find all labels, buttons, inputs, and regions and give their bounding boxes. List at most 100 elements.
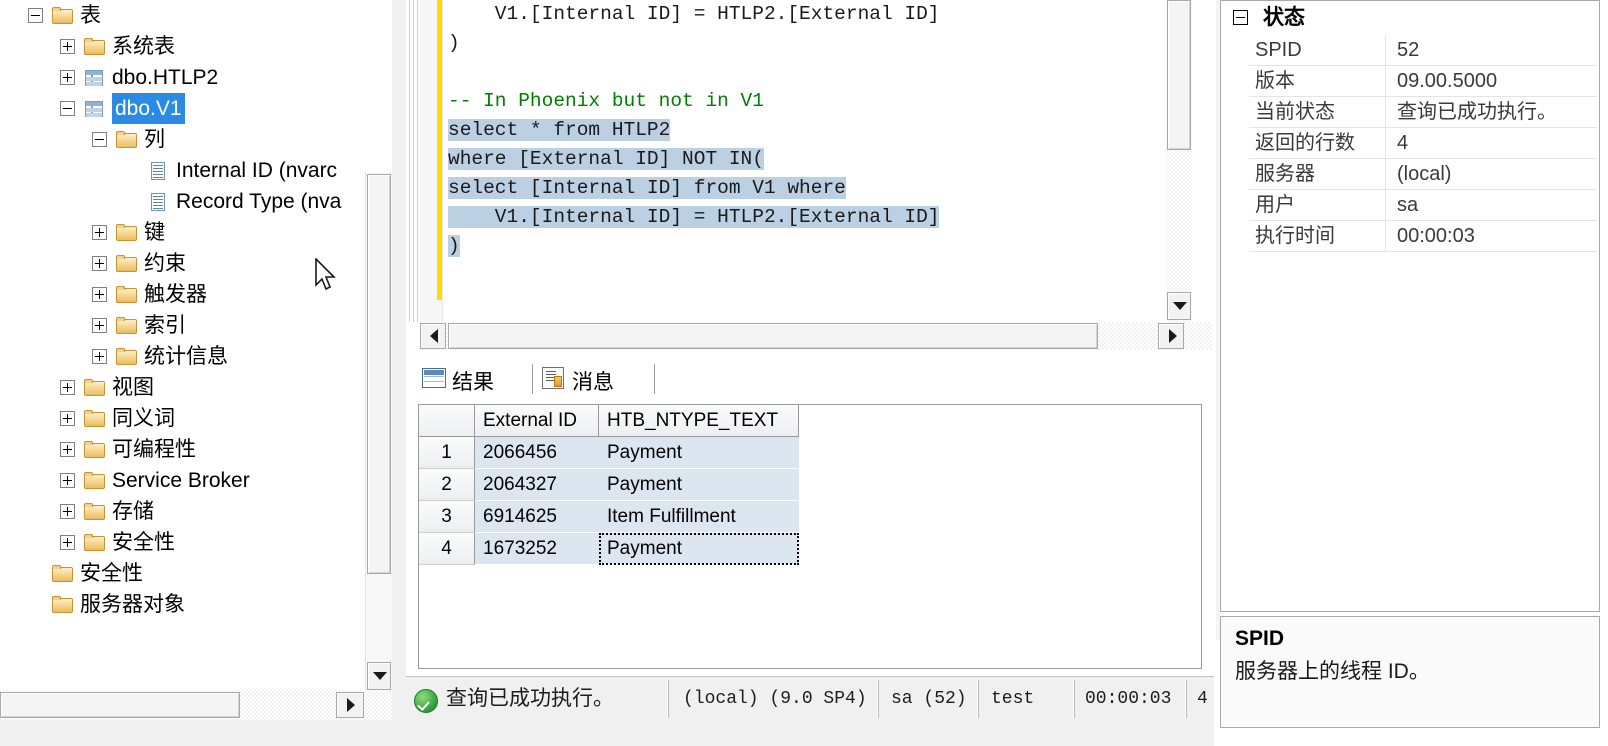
expand-plus-icon[interactable] [60,535,75,550]
editor-scroll-left-button[interactable] [420,323,446,349]
property-value[interactable]: 4 [1391,128,1597,159]
table-row[interactable]: 1 2066456 Payment [419,437,1201,469]
property-value[interactable]: 查询已成功执行。 [1391,97,1597,128]
expand-plus-icon[interactable] [60,411,75,426]
collapse-minus-icon[interactable] [60,101,75,116]
editor-horizontal-scrollbar[interactable] [420,322,1212,350]
results-grid[interactable]: External ID HTB_NTYPE_TEXT 1 2066456 Payment… [418,404,1202,669]
property-value[interactable]: 09.00.5000 [1391,66,1597,97]
property-value[interactable]: 52 [1391,35,1597,66]
properties-grid[interactable]: 状态 SPID 52 版本 09.00.5000 当前状态 查询已成功执行。 返回的行数 4 服… [1220,0,1600,612]
property-column-divider[interactable] [1385,66,1386,97]
property-column-divider[interactable] [1385,190,1386,221]
explorer-hscroll-thumb[interactable] [0,692,240,718]
expand-plus-icon[interactable] [60,442,75,457]
property-column-divider[interactable] [1385,221,1386,252]
expand-plus-icon[interactable] [92,349,107,364]
object-explorer-tree[interactable]: 表系统表 dbo.HTLP2 dbo.V1 列 Internal ID (nvarc Re… [0,0,372,620]
property-row-5[interactable]: 用户 sa [1221,190,1599,221]
tree-node-0[interactable]: 表 [0,0,372,31]
table-row[interactable]: 2 2064327 Payment [419,469,1201,501]
tree-node-16[interactable]: 存储 [0,496,372,527]
cell-r2-c0[interactable]: 6914625 [475,501,599,533]
expand-plus-icon[interactable] [92,287,107,302]
explorer-horizontal-scrollbar[interactable] [0,690,392,720]
cell-r0-c1[interactable]: Payment [599,437,799,469]
tree-node-1[interactable]: 系统表 [0,31,372,62]
tree-node-3[interactable]: dbo.V1 [0,93,372,124]
explorer-scroll-down-button[interactable] [367,662,391,690]
expand-plus-icon[interactable] [92,318,107,333]
column-header-0[interactable]: External ID [475,405,599,437]
tree-node-6[interactable]: Record Type (nva [0,186,372,217]
property-value[interactable]: sa [1391,190,1597,221]
row-number-0[interactable]: 1 [419,437,475,469]
cell-r3-c0[interactable]: 1673252 [475,533,599,565]
modified-line-indicator [437,0,442,300]
row-number-3[interactable]: 4 [419,533,475,565]
expand-plus-icon[interactable] [60,504,75,519]
property-row-2[interactable]: 当前状态 查询已成功执行。 [1221,97,1599,128]
row-number-1[interactable]: 2 [419,469,475,501]
tab-results[interactable]: 结果 [422,362,532,398]
editor-vertical-scrollbar[interactable] [1166,0,1192,322]
editor-scroll-right-button[interactable] [1158,323,1184,349]
tree-node-12[interactable]: 视图 [0,372,372,403]
property-row-6[interactable]: 执行时间 00:00:03 [1221,221,1599,252]
grid-corner-header[interactable] [419,405,475,437]
table-row[interactable]: 4 1673252 Payment [419,533,1201,565]
property-row-3[interactable]: 返回的行数 4 [1221,128,1599,159]
property-column-divider[interactable] [1385,159,1386,190]
tree-node-15[interactable]: Service Broker [0,465,372,496]
expand-plus-icon[interactable] [60,473,75,488]
tree-node-5[interactable]: Internal ID (nvarc [0,155,372,186]
property-column-divider[interactable] [1385,128,1386,159]
cell-r1-c1[interactable]: Payment [599,469,799,501]
row-number-2[interactable]: 3 [419,501,475,533]
tree-node-13[interactable]: 同义词 [0,403,372,434]
property-row-1[interactable]: 版本 09.00.5000 [1221,66,1599,97]
editor-hscroll-thumb[interactable] [448,323,1098,349]
tree-node-17[interactable]: 安全性 [0,527,372,558]
property-row-4[interactable]: 服务器 (local) [1221,159,1599,190]
expand-plus-icon[interactable] [60,70,75,85]
sql-code-text[interactable]: V1.[Internal ID] = HTLP2.[External ID]) … [448,0,1188,320]
property-value[interactable]: 00:00:03 [1391,221,1597,252]
cell-r3-c1[interactable]: Payment [599,533,799,565]
property-value[interactable]: (local) [1391,159,1597,190]
cell-r1-c0[interactable]: 2064327 [475,469,599,501]
expand-plus-icon[interactable] [60,380,75,395]
tree-node-7[interactable]: 键 [0,217,372,248]
tree-node-18[interactable]: 安全性 [0,558,372,589]
explorer-scroll-right-button[interactable] [336,692,364,718]
properties-group-header[interactable]: 状态 [1221,1,1599,35]
collapse-minus-icon[interactable] [92,132,107,147]
tree-node-11[interactable]: 统计信息 [0,341,372,372]
expand-plus-icon[interactable] [92,256,107,271]
editor-scroll-down-button[interactable] [1167,292,1191,320]
editor-vscroll-thumb[interactable] [1167,0,1191,150]
table-row[interactable]: 3 6914625 Item Fulfillment [419,501,1201,533]
expand-plus-icon[interactable] [92,225,107,240]
folder-icon [116,255,138,273]
explorer-vscroll-thumb[interactable] [367,174,391,574]
explorer-vertical-scrollbar[interactable] [365,172,392,690]
tree-node-19[interactable]: 服务器对象 [0,589,372,620]
cell-r2-c1[interactable]: Item Fulfillment [599,501,799,533]
explorer-splitter[interactable] [392,0,406,746]
status-server: (local) (9.0 SP4) [668,680,878,718]
tree-node-4[interactable]: 列 [0,124,372,155]
tree-node-10[interactable]: 索引 [0,310,372,341]
group-collapse-icon[interactable] [1233,10,1248,25]
cell-r0-c0[interactable]: 2066456 [475,437,599,469]
column-header-1[interactable]: HTB_NTYPE_TEXT [599,405,799,437]
tab-messages[interactable]: 消息 [542,362,652,398]
tree-node-2[interactable]: dbo.HTLP2 [0,62,372,93]
chevron-down-icon [373,672,387,680]
collapse-minus-icon[interactable] [28,8,43,23]
tree-node-14[interactable]: 可编程性 [0,434,372,465]
expand-plus-icon[interactable] [60,39,75,54]
property-column-divider[interactable] [1385,35,1386,66]
property-row-0[interactable]: SPID 52 [1221,35,1599,66]
property-column-divider[interactable] [1385,97,1386,128]
